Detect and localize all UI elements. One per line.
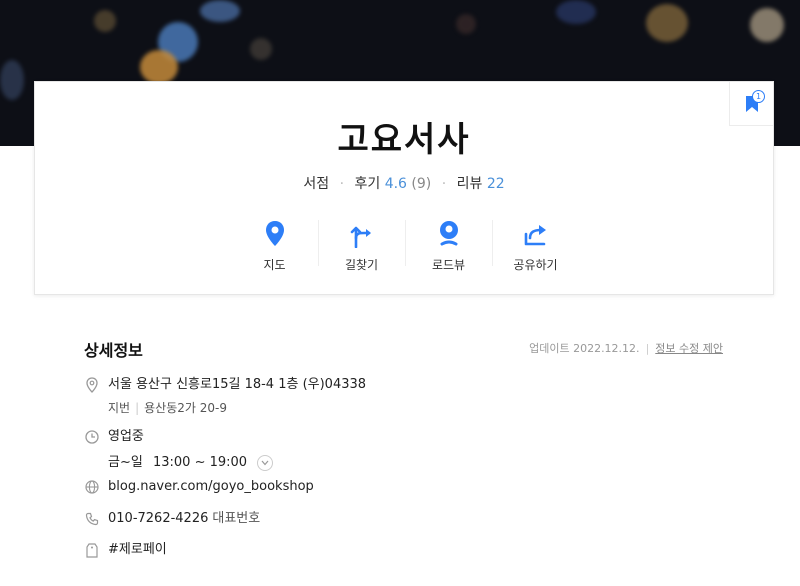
blog-review-count[interactable]: 22	[487, 176, 505, 192]
category: 서점	[303, 176, 330, 192]
hours-row[interactable]: 금~일 13:00 ~ 19:00	[108, 451, 274, 471]
address-text[interactable]: 서울 용산구 신흥로15길 18-4 1층 (우)04338	[108, 376, 366, 394]
action-label: 길찾기	[344, 258, 379, 272]
separator-dot: ·	[441, 176, 447, 192]
phone-icon	[84, 511, 100, 527]
hours-time: 13:00 ~ 19:00	[152, 455, 248, 470]
jibun-label: 지번	[108, 401, 131, 415]
bookmark-count-badge: 1	[752, 90, 765, 103]
update-info: 업데이트 2022.12.12. | 정보 수정 제안	[529, 340, 723, 356]
website-row: blog.naver.com/goyo_bookshop	[84, 478, 314, 496]
phone-label: 대표번호	[212, 511, 261, 526]
suggest-edit-link[interactable]: 정보 수정 제안	[655, 342, 723, 355]
tag-row: #제로페이	[84, 541, 167, 559]
share-button[interactable]: 공유하기	[492, 218, 579, 278]
open-status: 영업중	[108, 429, 144, 444]
bokeh-light	[556, 0, 596, 24]
bokeh-light	[750, 8, 784, 42]
phone-row: 010-7262-4226 대표번호	[84, 510, 260, 528]
bokeh-light	[0, 60, 24, 100]
place-meta: 서점 · 후기 4.6 (9) · 리뷰 22	[35, 173, 773, 193]
roadview-button[interactable]: 로드뷰	[405, 218, 492, 278]
divider: |	[645, 342, 650, 355]
place-summary-card: 1 고요서사 서점 · 후기 4.6 (9) · 리뷰 22 지도 길찾기 로드…	[34, 81, 774, 295]
chevron-down-icon[interactable]	[257, 454, 274, 471]
review-label[interactable]: 후기	[354, 176, 380, 192]
roadview-icon	[439, 221, 458, 246]
blog-review-label[interactable]: 리뷰	[457, 176, 483, 192]
bokeh-light	[94, 10, 116, 32]
zeropay-tag[interactable]: #제로페이	[108, 541, 167, 559]
bokeh-light	[250, 38, 272, 60]
detail-section-title: 상세정보	[84, 341, 143, 360]
action-label: 공유하기	[513, 258, 558, 272]
place-title: 고요서사	[337, 120, 471, 160]
location-icon	[84, 377, 100, 393]
action-label: 지도	[263, 258, 286, 272]
action-label: 로드뷰	[431, 258, 466, 272]
jibun-address: 용산동2가 20-9	[144, 401, 227, 415]
rating-count: (9)	[411, 176, 432, 192]
share-icon	[524, 225, 546, 246]
hours-days: 금~일	[108, 455, 143, 470]
tag-icon	[84, 542, 100, 558]
address-row: 서울 용산구 신흥로15길 18-4 1층 (우)04338	[84, 376, 366, 394]
jibun-row: 지번 | 용산동2가 20-9	[108, 399, 227, 416]
phone-number[interactable]: 010-7262-4226	[108, 510, 208, 528]
rating-value[interactable]: 4.6	[385, 176, 407, 192]
globe-icon	[84, 479, 100, 495]
updated-date: 업데이트 2022.12.12.	[529, 342, 640, 355]
map-button[interactable]: 지도	[231, 218, 318, 278]
action-bar: 지도 길찾기 로드뷰 공유하기	[231, 218, 579, 278]
clock-icon	[84, 429, 100, 445]
bokeh-light	[140, 50, 178, 84]
separator-dot: ·	[339, 176, 345, 192]
directions-button[interactable]: 길찾기	[318, 218, 405, 278]
bokeh-light	[646, 4, 688, 42]
hours-status-row: 영업중	[84, 428, 144, 446]
bokeh-light	[200, 0, 240, 22]
directions-icon	[350, 226, 371, 248]
website-link[interactable]: blog.naver.com/goyo_bookshop	[108, 478, 314, 496]
bokeh-light	[456, 14, 476, 34]
divider: |	[135, 401, 140, 415]
map-pin-icon	[265, 221, 284, 246]
